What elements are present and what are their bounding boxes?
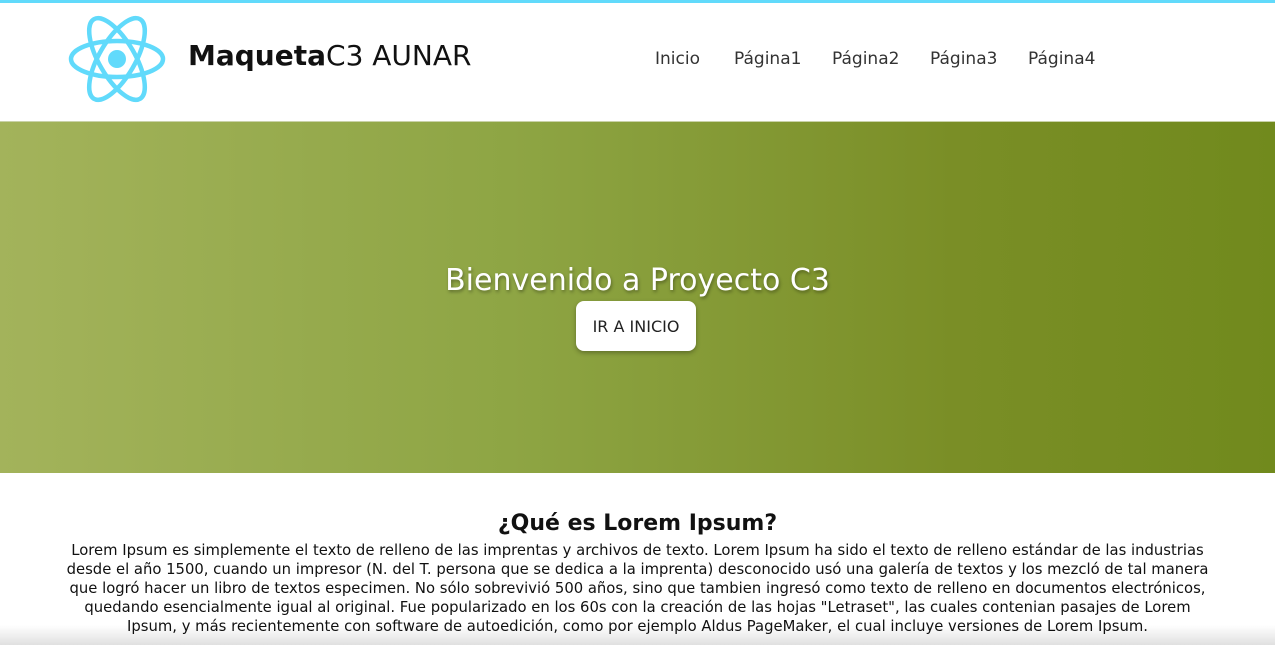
section-body-text: Lorem Ipsum es simplemente el texto de r…: [66, 542, 1209, 635]
site-header: MaquetaC3 AUNAR Inicio Página1 Página2 P…: [0, 3, 1275, 121]
brand-bold-text: Maqueta: [188, 39, 327, 72]
nav-link-pagina1[interactable]: Página1: [734, 48, 801, 70]
hero-title: Bienvenido a Proyecto C3: [445, 263, 830, 299]
react-atom-logo-icon[interactable]: [66, 13, 168, 105]
hero-banner: Bienvenido a Proyecto C3 IR A INICIO: [0, 121, 1275, 473]
site-brand[interactable]: MaquetaC3 AUNAR: [188, 39, 471, 73]
nav-link-inicio[interactable]: Inicio: [655, 48, 700, 70]
go-to-home-button[interactable]: IR A INICIO: [576, 301, 696, 351]
nav-link-pagina2[interactable]: Página2: [832, 48, 899, 70]
nav-link-pagina3[interactable]: Página3: [930, 48, 997, 70]
section-title: ¿Qué es Lorem Ipsum?: [497, 511, 778, 537]
nav-link-pagina4[interactable]: Página4: [1028, 48, 1095, 70]
brand-regular-text: C3 AUNAR: [326, 39, 472, 72]
